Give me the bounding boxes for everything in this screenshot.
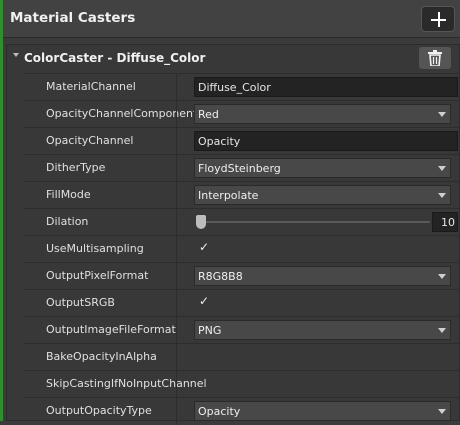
row-material-channel: MaterialChannel Diffuse_Color [24,73,460,101]
material-casters-header: Material Casters [3,0,460,38]
fill-mode-dropdown[interactable]: Interpolate [194,185,451,205]
row-use-multisampling: UseMultisampling ✓ [24,235,460,263]
chevron-down-icon [438,409,446,414]
caster-title: ColorCaster - Diffuse_Color [24,51,206,65]
row-label: OpacityChannel [46,134,134,147]
row-dilation: Dilation 10 [24,208,460,236]
opacity-channel-component-dropdown[interactable]: Red [194,104,451,124]
row-opacity-channel-component: OpacityChannelComponent Red [24,100,460,128]
row-label: OutputOpacityType [46,404,152,417]
row-label: OutputSRGB [46,296,115,309]
output-image-file-format-dropdown[interactable]: PNG [194,320,451,340]
dropdown-value: R8G8B8 [198,270,243,283]
dropdown-value: Red [198,108,219,121]
remove-caster-button[interactable] [419,47,451,69]
dropdown-value: Interpolate [198,189,259,202]
chevron-down-icon [438,112,446,117]
output-opacity-type-dropdown[interactable]: Opacity [194,401,451,421]
row-output-pixel-format: OutputPixelFormat R8G8B8 [24,262,460,290]
trash-icon [428,50,442,66]
chevron-down-icon [438,193,446,198]
row-label: Dilation [46,215,89,228]
dither-type-dropdown[interactable]: FloydSteinberg [194,158,451,178]
chevron-down-icon [438,328,446,333]
use-multisampling-checkbox[interactable]: ✓ [199,240,209,254]
dropdown-value: PNG [198,324,222,337]
dropdown-value: Opacity [198,405,241,418]
row-output-image-file-format: OutputImageFileFormat PNG [24,316,460,344]
chevron-down-icon [438,166,446,171]
dilation-slider-track[interactable] [202,221,430,223]
material-channel-field[interactable]: Diffuse_Color [194,77,458,97]
row-fill-mode: FillMode Interpolate [24,181,460,209]
row-label: SkipCastingIfNoInputChannel [46,377,207,390]
row-label: OutputImageFileFormat [46,323,176,336]
row-label: FillMode [46,188,91,201]
page-title: Material Casters [10,10,136,26]
row-skip-casting-if-no-input-channel: SkipCastingIfNoInputChannel [24,370,460,398]
output-srgb-checkbox[interactable]: ✓ [199,294,209,308]
left-accent-edge [0,0,3,421]
output-pixel-format-dropdown[interactable]: R8G8B8 [194,266,451,286]
dilation-slider-handle[interactable] [196,215,206,229]
row-bake-opacity-in-alpha: BakeOpacityInAlpha [24,343,460,371]
caster-header[interactable]: ColorCaster - Diffuse_Color [7,45,460,73]
row-label: UseMultisampling [46,242,144,255]
row-label: MaterialChannel [46,80,136,93]
collapse-triangle-icon[interactable] [13,53,19,57]
row-label: BakeOpacityInAlpha [46,350,157,363]
row-opacity-channel: OpacityChannel Opacity [24,127,460,155]
row-output-srgb: OutputSRGB ✓ [24,289,460,317]
chevron-down-icon [438,274,446,279]
row-dither-type: DitherType FloydSteinberg [24,154,460,182]
add-caster-button[interactable] [421,6,455,32]
opacity-channel-field[interactable]: Opacity [194,131,458,151]
color-caster-panel: ColorCaster - Diffuse_Color MaterialChan… [6,44,460,425]
row-label: OpacityChannelComponent [46,107,198,120]
row-label: OutputPixelFormat [46,269,149,282]
row-output-opacity-type: OutputOpacityType Opacity [24,397,460,425]
dropdown-value: FloydSteinberg [198,162,281,175]
row-label: DitherType [46,161,106,174]
dilation-value-field[interactable]: 10 [432,212,458,232]
